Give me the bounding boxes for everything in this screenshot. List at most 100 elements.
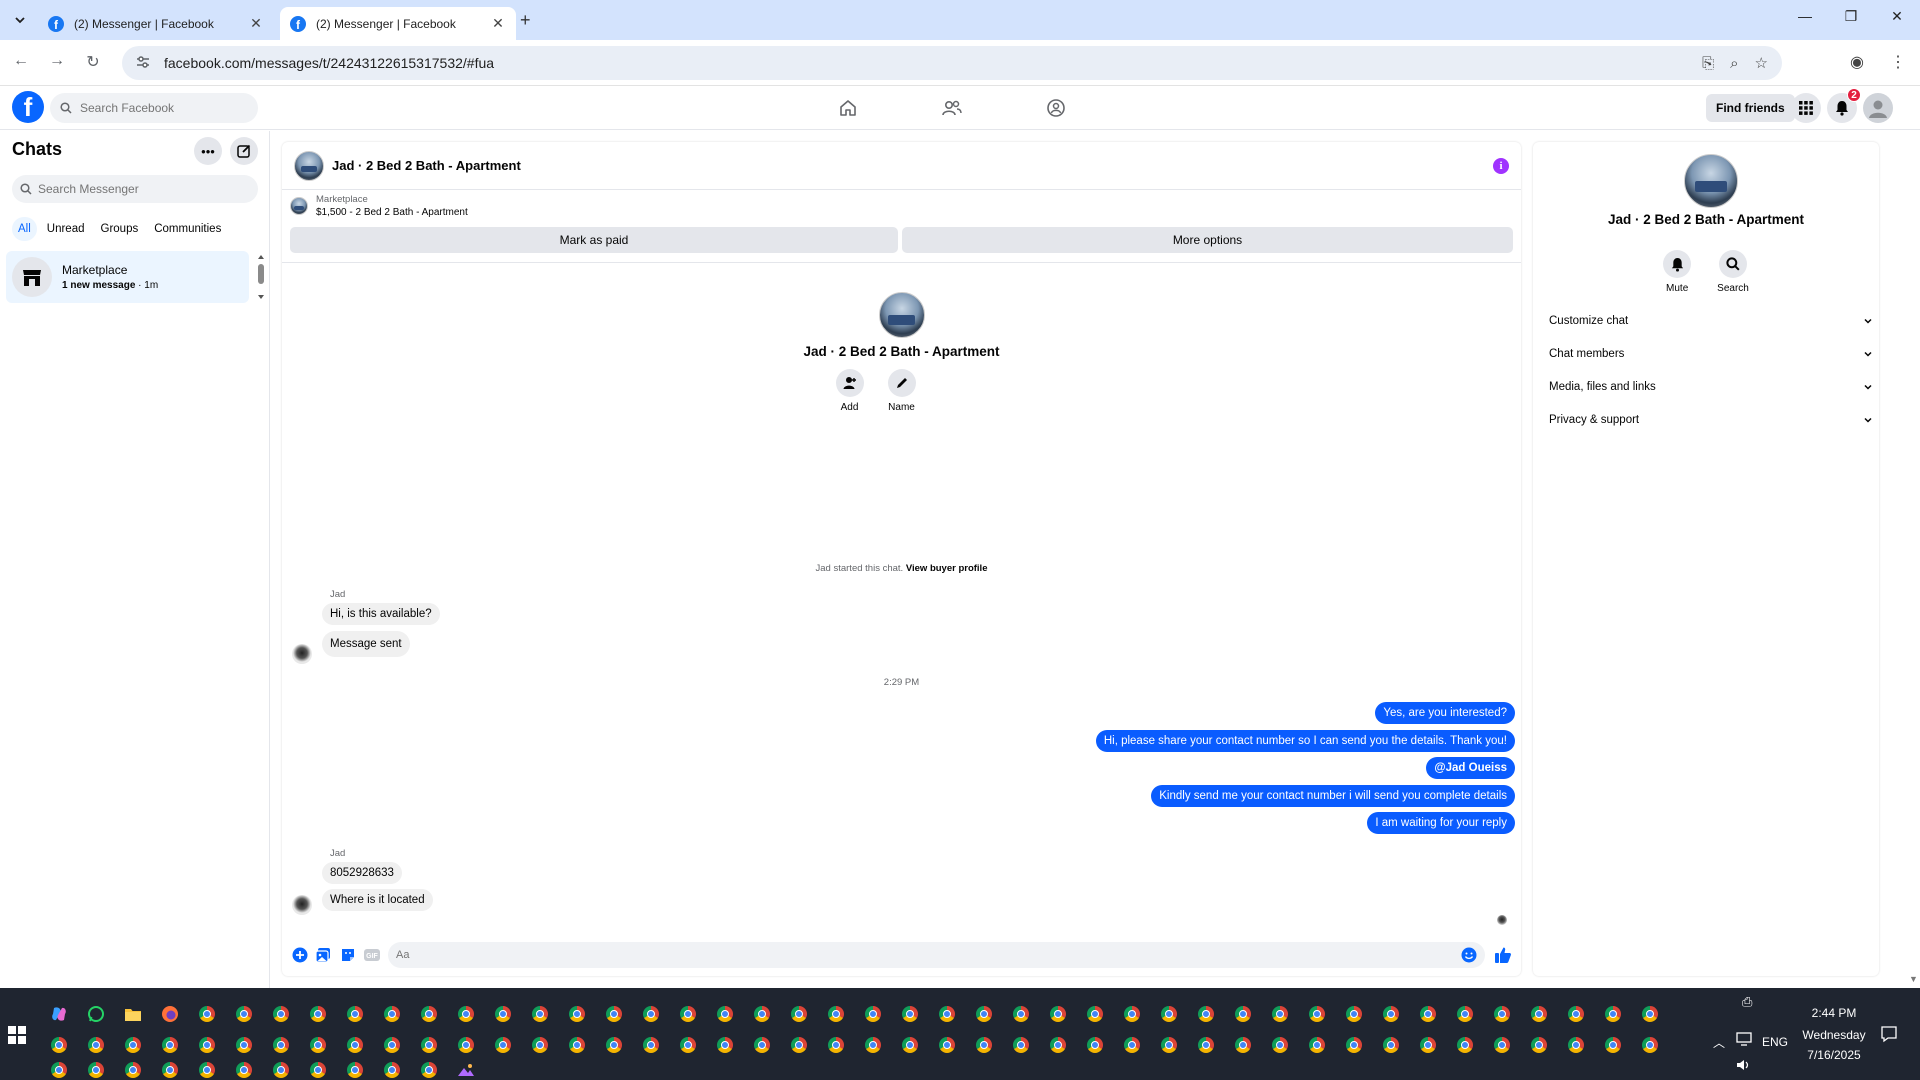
incoming-message[interactable]: Message sent [322, 631, 410, 657]
clock-date[interactable]: 7/16/2025 [1795, 1048, 1873, 1062]
chrome-icon[interactable] [1343, 1003, 1365, 1025]
chrome-icon[interactable] [1306, 1034, 1328, 1056]
close-window-button[interactable]: ✕ [1874, 8, 1920, 25]
new-tab-button[interactable]: + [520, 10, 531, 31]
incoming-message[interactable]: Hi, is this available? [322, 603, 440, 625]
outgoing-message[interactable]: Hi, please share your contact number so … [1095, 730, 1515, 752]
chrome-icon[interactable] [48, 1034, 70, 1056]
bookmark-star-icon[interactable]: ☆ [1755, 54, 1768, 72]
apartment-avatar[interactable] [294, 150, 324, 181]
chrome-icon[interactable] [788, 1003, 810, 1025]
chrome-icon[interactable] [603, 1034, 625, 1056]
filter-communities[interactable]: Communities [148, 217, 227, 241]
chat-list-item-marketplace[interactable]: Marketplace 1 new message · 1m [6, 251, 249, 303]
chrome-icon[interactable] [233, 1059, 255, 1080]
chrome-icon[interactable] [307, 1059, 329, 1080]
view-buyer-profile-link[interactable]: View buyer profile [906, 563, 988, 574]
chrome-icon[interactable] [1232, 1003, 1254, 1025]
facebook-search[interactable] [50, 93, 258, 123]
chrome-icon[interactable] [159, 1059, 181, 1080]
filter-unread[interactable]: Unread [41, 217, 91, 241]
chrome-icon[interactable] [233, 1034, 255, 1056]
add-people-button[interactable]: Add [835, 369, 864, 413]
filter-all[interactable]: All [12, 217, 37, 241]
chrome-icon[interactable] [233, 1003, 255, 1025]
chrome-icon[interactable] [1639, 1003, 1661, 1025]
reload-icon[interactable]: ↻ [82, 52, 104, 72]
chrome-icon[interactable] [1084, 1003, 1106, 1025]
url-text[interactable]: facebook.com/messages/t/2424312261531753… [164, 55, 1686, 71]
chrome-icon[interactable] [677, 1034, 699, 1056]
mute-button[interactable]: Mute [1663, 250, 1692, 294]
kebab-menu-icon[interactable]: ⋮ [1890, 52, 1906, 72]
chrome-icon[interactable] [1491, 1003, 1513, 1025]
message-input-wrapper[interactable] [388, 942, 1485, 968]
chrome-icon[interactable] [825, 1034, 847, 1056]
chrome-icon[interactable] [640, 1034, 662, 1056]
profile-icon[interactable]: ◉ [1850, 52, 1864, 72]
chrome-icon[interactable] [85, 1034, 107, 1056]
chrome-icon[interactable] [196, 1034, 218, 1056]
chrome-icon[interactable] [418, 1034, 440, 1056]
chrome-icon[interactable] [1343, 1034, 1365, 1056]
emoji-icon[interactable] [1461, 947, 1477, 963]
tab-search-button[interactable] [8, 8, 32, 32]
chrome-icon[interactable] [1639, 1034, 1661, 1056]
incoming-message[interactable]: 8052928633 [322, 862, 402, 884]
chrome-icon[interactable] [566, 1003, 588, 1025]
chrome-icon[interactable] [1565, 1003, 1587, 1025]
notification-center-icon[interactable] [1880, 1025, 1898, 1046]
more-actions-button[interactable] [288, 947, 312, 963]
chrome-icon[interactable] [492, 1034, 514, 1056]
chrome-icon[interactable] [1010, 1034, 1032, 1056]
chrome-icon[interactable] [418, 1059, 440, 1080]
facebook-logo-icon[interactable]: f [12, 91, 44, 123]
outgoing-message[interactable]: Yes, are you interested? [1375, 702, 1515, 724]
chrome-icon[interactable] [159, 1034, 181, 1056]
new-message-button[interactable] [230, 137, 258, 165]
chrome-icon[interactable] [714, 1003, 736, 1025]
find-friends-button[interactable]: Find friends [1706, 94, 1795, 122]
chrome-icon[interactable] [1195, 1034, 1217, 1056]
page-scroll-down-arrow[interactable]: ▼ [1909, 974, 1918, 984]
info-avatar[interactable] [1684, 154, 1738, 208]
clock-day[interactable]: Wednesday [1795, 1028, 1873, 1042]
customize-chat-section[interactable]: Customize chat [1543, 306, 1879, 336]
minimize-button[interactable]: — [1782, 8, 1828, 24]
media-files-links-section[interactable]: Media, files and links [1543, 372, 1879, 402]
chrome-icon[interactable] [1269, 1003, 1291, 1025]
chrome-icon[interactable] [307, 1034, 329, 1056]
taskbar-device-icon[interactable]: ⎙ [1742, 994, 1752, 1010]
chrome-icon[interactable] [1380, 1003, 1402, 1025]
menu-grid-button[interactable] [1791, 93, 1821, 123]
restore-button[interactable]: ❐ [1828, 8, 1874, 25]
chrome-icon[interactable] [714, 1034, 736, 1056]
more-options-button[interactable]: More options [902, 227, 1513, 253]
chrome-icon[interactable] [1121, 1003, 1143, 1025]
browser-tab-1[interactable]: f (2) Messenger | Facebook ✕ [38, 7, 274, 40]
chrome-icon[interactable] [1417, 1034, 1439, 1056]
chrome-icon[interactable] [825, 1003, 847, 1025]
chrome-icon[interactable] [862, 1003, 884, 1025]
chrome-icon[interactable] [899, 1034, 921, 1056]
tab-close-icon[interactable]: ✕ [490, 15, 506, 32]
sender-avatar[interactable] [292, 644, 312, 664]
messenger-search-input[interactable] [38, 182, 238, 196]
chrome-icon[interactable] [1269, 1034, 1291, 1056]
chrome-icon[interactable] [936, 1003, 958, 1025]
file-explorer-icon[interactable] [122, 1003, 144, 1025]
chrome-icon[interactable] [1306, 1003, 1328, 1025]
chrome-icon[interactable] [973, 1003, 995, 1025]
chrome-icon[interactable] [1232, 1034, 1254, 1056]
chrome-icon[interactable] [196, 1003, 218, 1025]
language-indicator[interactable]: ENG [1762, 1035, 1788, 1049]
back-arrow-icon[interactable]: ← [10, 52, 32, 70]
chrome-icon[interactable] [48, 1059, 70, 1080]
chrome-icon[interactable] [899, 1003, 921, 1025]
clock-time[interactable]: 2:44 PM [1806, 1006, 1862, 1020]
chrome-icon[interactable] [122, 1034, 144, 1056]
chrome-icon[interactable] [529, 1003, 551, 1025]
chrome-icon[interactable] [455, 1003, 477, 1025]
chrome-icon[interactable] [1084, 1034, 1106, 1056]
friends-nav[interactable] [932, 96, 972, 120]
